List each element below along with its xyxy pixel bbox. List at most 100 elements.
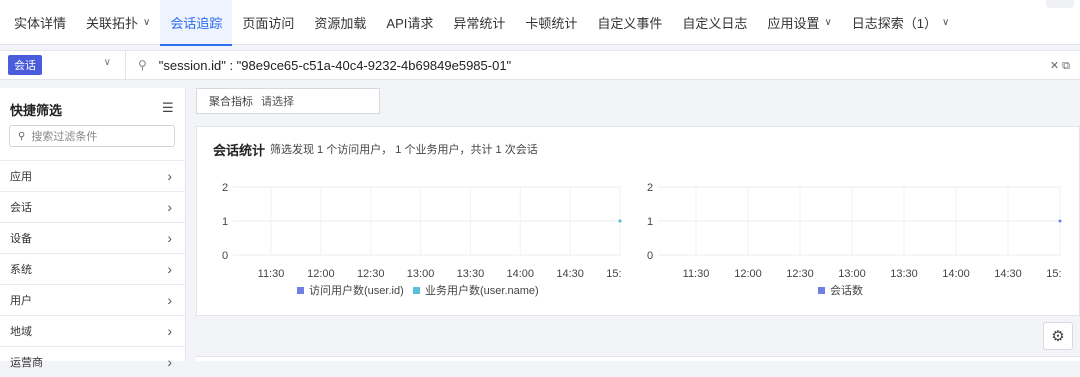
x-tick-label: 12:00 (307, 268, 335, 280)
x-tick-label: 14:00 (942, 268, 970, 280)
sidebar-title: 快捷筛选 (10, 103, 63, 118)
legend-label: 业务用户数(user.name) (425, 283, 539, 297)
y-tick-label: 0 (222, 250, 228, 262)
tab-label: 页面访问 (242, 15, 295, 31)
scope-tag: 会话 (8, 55, 42, 75)
x-tick-label: 14:30 (994, 268, 1022, 280)
tab-10[interactable]: 应用设置 ∨ (757, 0, 841, 45)
filter-search-placeholder: 搜索过滤条件 (31, 131, 98, 143)
chevron-right-icon: › (167, 323, 172, 339)
x-tick-label: 13:00 (407, 268, 435, 280)
sidebar-item-label: 会话 (10, 202, 32, 214)
tab-8[interactable]: 自定义事件 (587, 0, 672, 45)
x-tick-label: 11:30 (683, 268, 710, 280)
search-icon: ⚲ (138, 58, 147, 72)
tab-2[interactable]: 会话追踪 (160, 0, 233, 46)
tab-3[interactable]: 页面访问 (232, 0, 304, 45)
tab-label: 关联拓扑 (86, 15, 139, 31)
sidebar-item[interactable]: 会话 › (0, 191, 186, 222)
y-tick-label: 1 (647, 216, 653, 228)
sidebar-item[interactable]: 地域 › (0, 315, 186, 346)
tab-0[interactable]: 实体详情 (4, 0, 76, 45)
chevron-right-icon: › (167, 199, 172, 215)
chevron-right-icon: › (167, 354, 172, 370)
legend-label: 会话数 (830, 284, 863, 297)
gear-icon[interactable]: ⚙ (1043, 322, 1073, 350)
aggregation-placeholder: 请选择 (261, 96, 294, 108)
tab-6[interactable]: 异常统计 (443, 0, 515, 45)
tab-label: 卡顿统计 (525, 15, 578, 31)
panel-description: 筛选发现 1 个访问用户， 1 个业务用户，共计 1 次会话 (270, 144, 538, 156)
close-icon[interactable]: ✕ (1050, 60, 1059, 72)
y-tick-label: 2 (647, 182, 653, 194)
nav-corner-button[interactable] (1046, 0, 1074, 8)
sidebar-item[interactable]: 系统 › (0, 253, 186, 284)
legend-swatch (297, 287, 304, 294)
x-tick-label: 15:00 (606, 268, 622, 280)
y-tick-label: 1 (222, 216, 228, 228)
x-tick-label: 12:30 (357, 268, 385, 280)
x-tick-label: 14:30 (556, 268, 584, 280)
tab-1[interactable]: 关联拓扑 ∨ (76, 0, 160, 45)
chevron-right-icon: › (167, 261, 172, 277)
x-tick-label: 15:00 (1046, 268, 1062, 280)
sidebar-item-label: 地域 (10, 326, 32, 338)
data-point[interactable] (1058, 219, 1062, 223)
expand-icon[interactable]: ⧉ (1062, 60, 1070, 72)
query-text: "session.id" : "98e9ce65-c51a-40c4-9232-… (158, 57, 512, 73)
tab-5[interactable]: API请求 (376, 0, 443, 45)
tab-label: 异常统计 (453, 15, 506, 31)
aggregation-label: 聚合指标 (209, 96, 253, 108)
x-tick-label: 13:30 (890, 268, 918, 280)
aggregation-selector[interactable]: 聚合指标 请选择 (196, 88, 380, 114)
sidebar-item[interactable]: 设备 › (0, 222, 186, 253)
session-count-chart: 2 1 0 11:30 12:00 12:30 13:00 13:30 14:00 14:30 15… (622, 177, 1062, 312)
sidebar-item[interactable]: 运营商 › (0, 346, 186, 377)
tab-label: 应用设置 (767, 15, 820, 31)
top-navigation: 实体详情 关联拓扑 ∨ 会话追踪 页面访问 资源加载 API请求 异常统计 卡顿统计 自定义事件 自… (0, 0, 1080, 46)
sidebar-item-label: 系统 (10, 264, 32, 276)
query-actions: ✕ ⧉ (1050, 59, 1070, 73)
legend-swatch (818, 287, 825, 294)
sidebar-item-label: 用户 (10, 295, 32, 307)
tab-label: 自定义日志 (682, 15, 748, 31)
chevron-down-icon: ∨ (942, 16, 950, 28)
x-tick-label: 12:30 (786, 268, 814, 280)
tab-label: 实体详情 (14, 15, 67, 31)
x-tick-label: 12:00 (734, 268, 762, 280)
panel-title: 会话统计 (213, 143, 266, 158)
sidebar-item-label: 设备 (10, 233, 32, 245)
tab-9[interactable]: 自定义日志 (672, 0, 757, 45)
tab-label: 日志探索（1） (851, 15, 938, 31)
legend-label: 访问用户数(user.id) (309, 283, 404, 297)
session-stats-panel: 会话统计 筛选发现 1 个访问用户， 1 个业务用户，共计 1 次会话 2 1 0 1… (196, 126, 1080, 316)
chevron-down-icon: ∨ (824, 16, 832, 28)
tab-7[interactable]: 卡顿统计 (515, 0, 587, 45)
tab-label: 会话追踪 (170, 15, 223, 31)
tab-11[interactable]: 日志探索（1） ∨ (842, 0, 960, 45)
query-bar: 会话 ∨ ⚲ "session.id" : "98e9ce65-c51a-40c… (0, 50, 1080, 80)
tab-label: API请求 (386, 15, 434, 31)
sidebar-item[interactable]: 用户 › (0, 284, 186, 315)
legend-swatch (413, 287, 420, 294)
sidebar-item[interactable]: 应用 › (0, 160, 186, 191)
tab-4[interactable]: 资源加载 (304, 0, 376, 45)
x-tick-label: 14:00 (507, 268, 535, 280)
x-tick-label: 13:30 (457, 268, 485, 280)
search-icon: ⚲ (18, 130, 26, 142)
sidebar-item-label: 运营商 (10, 357, 43, 369)
lower-panel-edge (196, 356, 1080, 361)
quick-filter-sidebar: 快捷筛选 ☰ ⚲ 搜索过滤条件 应用 › 会话 › 设备 › 系统 › 用户 › 地域 › 运营商 › (0, 88, 186, 370)
list-menu-icon[interactable]: ☰ (162, 100, 174, 116)
chevron-right-icon: › (167, 292, 172, 308)
x-tick-label: 11:30 (258, 268, 285, 280)
chevron-down-icon: ∨ (103, 57, 111, 68)
filter-search-input[interactable]: ⚲ 搜索过滤条件 (9, 125, 175, 147)
filter-list: 应用 › 会话 › 设备 › 系统 › 用户 › 地域 › 运营商 › (0, 160, 186, 377)
tab-label: 自定义事件 (597, 15, 663, 31)
scope-selector[interactable]: 会话 ∨ (0, 50, 126, 80)
x-tick-label: 13:00 (838, 268, 866, 280)
y-tick-label: 0 (647, 250, 653, 262)
y-tick-label: 2 (222, 182, 228, 194)
query-input[interactable]: ⚲ "session.id" : "98e9ce65-c51a-40c4-923… (126, 58, 1080, 73)
